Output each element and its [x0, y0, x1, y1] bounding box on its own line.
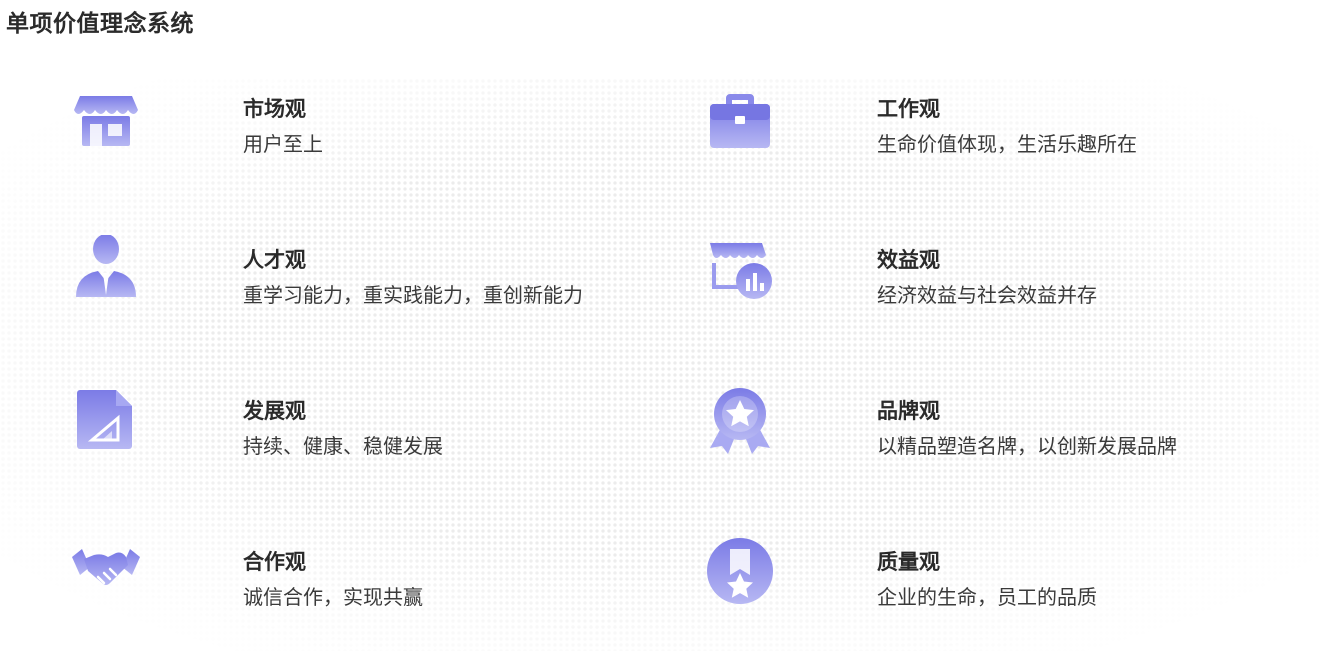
value-item-market: 市场观 用户至上	[70, 84, 670, 174]
value-desc: 生命价值体现，生活乐趣所在	[877, 132, 1137, 156]
value-desc: 持续、健康、稳健发展	[243, 434, 443, 458]
value-desc: 诚信合作，实现共赢	[243, 585, 423, 609]
value-title: 合作观	[243, 550, 306, 574]
value-item-benefit: 效益观 经济效益与社会效益并存	[704, 235, 1304, 325]
document-ruler-icon	[70, 386, 142, 458]
value-item-brand: 品牌观 以精品塑造名牌，以创新发展品牌	[704, 386, 1304, 476]
value-desc: 用户至上	[243, 132, 323, 156]
value-title: 发展观	[243, 399, 306, 423]
briefcase-icon	[704, 84, 776, 156]
page-title: 单项价值理念系统	[6, 11, 194, 37]
handshake-icon	[70, 537, 142, 609]
value-desc: 重学习能力，重实践能力，重创新能力	[243, 283, 583, 307]
value-title: 工作观	[877, 97, 940, 121]
value-item-talent: 人才观 重学习能力，重实践能力，重创新能力	[70, 235, 670, 325]
value-title: 效益观	[877, 248, 940, 272]
value-title: 人才观	[243, 248, 306, 272]
medal-star-icon	[704, 537, 776, 609]
value-desc: 以精品塑造名牌，以创新发展品牌	[877, 434, 1177, 458]
shop-chart-icon	[704, 235, 776, 307]
person-icon	[70, 235, 142, 307]
value-item-quality: 质量观 企业的生命，员工的品质	[704, 537, 1304, 627]
award-badge-icon	[704, 386, 776, 458]
value-title: 市场观	[243, 97, 306, 121]
value-item-work: 工作观 生命价值体现，生活乐趣所在	[704, 84, 1304, 174]
value-desc: 经济效益与社会效益并存	[877, 283, 1097, 307]
value-desc: 企业的生命，员工的品质	[877, 585, 1097, 609]
value-item-development: 发展观 持续、健康、稳健发展	[70, 386, 670, 476]
storefront-icon	[70, 84, 142, 156]
value-item-cooperation: 合作观 诚信合作，实现共赢	[70, 537, 670, 627]
value-title: 质量观	[877, 550, 940, 574]
value-title: 品牌观	[877, 399, 940, 423]
